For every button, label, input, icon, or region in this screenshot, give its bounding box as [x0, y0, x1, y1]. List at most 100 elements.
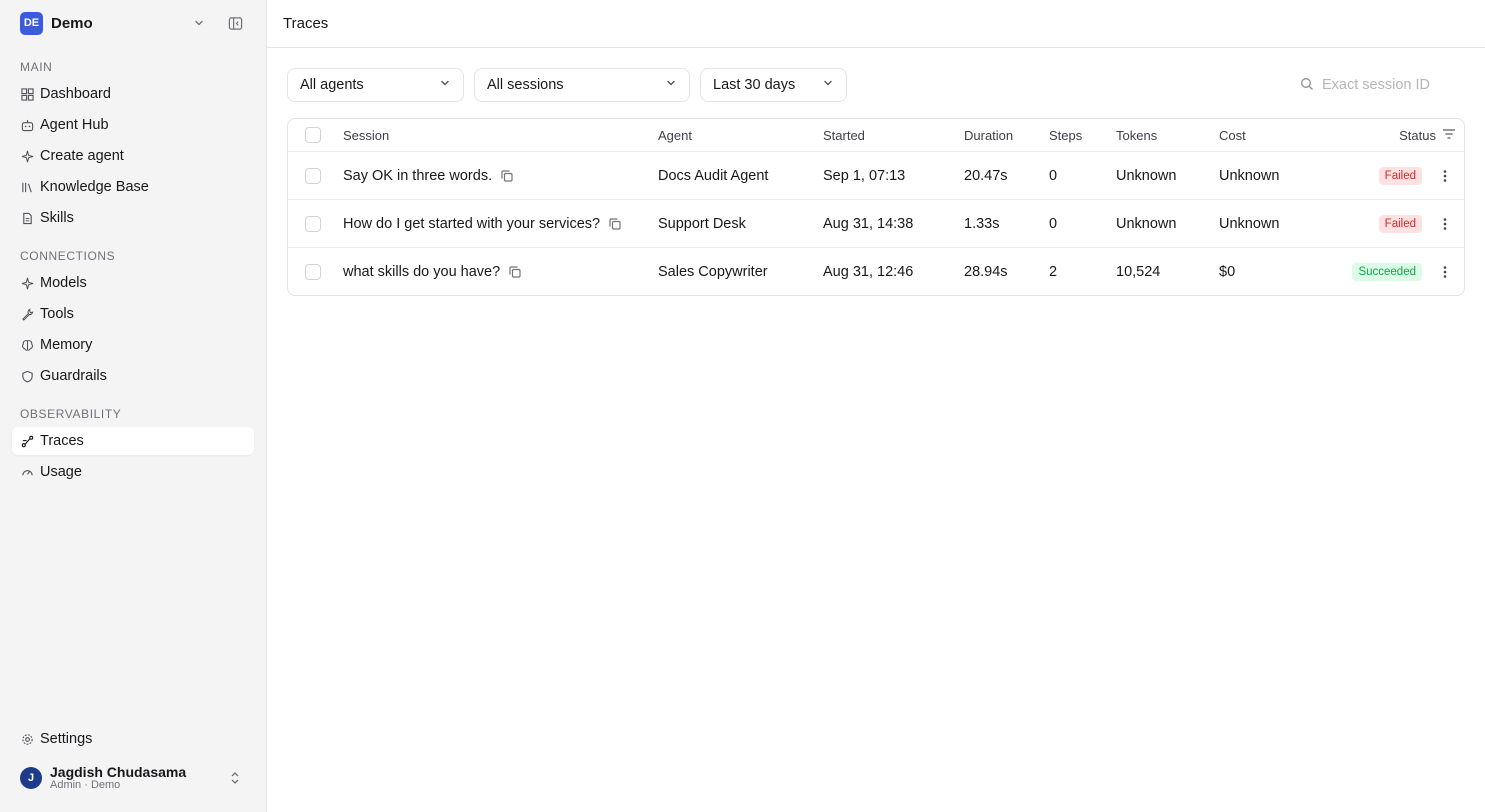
filter-bar: All agents All sessions Last 30 days — [287, 68, 1465, 102]
sidebar-item-label: Tools — [40, 306, 74, 322]
more-vertical-icon[interactable] — [1434, 165, 1456, 187]
sidebar-item-agent-hub[interactable]: Agent Hub — [12, 111, 254, 139]
steps-cell: 0 — [1049, 167, 1058, 184]
cost-cell: Unknown — [1219, 215, 1280, 232]
status-cell: Failed — [1313, 213, 1464, 235]
page-title: Traces — [283, 15, 329, 32]
status-header-label: Status — [1399, 127, 1436, 143]
main-panel: Traces All agents All sessions Last 30 d… — [267, 0, 1485, 812]
sidebar-item-usage[interactable]: Usage — [12, 458, 254, 486]
sidebar-item-memory[interactable]: Memory — [12, 331, 254, 359]
session-text: what skills do you have? — [343, 263, 501, 280]
sidebar-item-label: Guardrails — [40, 368, 107, 384]
sidebar-item-knowledge-base[interactable]: Knowledge Base — [12, 173, 254, 201]
sidebar-collapse-icon[interactable] — [224, 12, 246, 34]
sidebar-item-dashboard[interactable]: Dashboard — [12, 80, 254, 108]
col-header-steps: Steps — [1049, 127, 1083, 143]
gauge-icon — [20, 465, 34, 479]
row-checkbox[interactable] — [304, 215, 321, 232]
sidebar-item-label: Settings — [40, 731, 93, 747]
document-icon — [20, 211, 34, 225]
traces-table: Session Agent Started Duration Steps Tok… — [287, 118, 1465, 296]
sidebar-item-guardrails[interactable]: Guardrails — [12, 362, 254, 390]
sidebar-item-settings[interactable]: Settings — [12, 725, 254, 753]
status-badge: Succeeded — [1352, 262, 1422, 281]
copy-icon[interactable] — [608, 216, 624, 232]
col-header-started: Started — [823, 127, 865, 143]
user-info: Jagdish Chudasama Admin · Demo — [50, 765, 210, 791]
user-menu[interactable]: J Jagdish Chudasama Admin · Demo — [12, 756, 254, 800]
section-label-connections: CONNECTIONS — [20, 249, 116, 263]
steps-cell: 2 — [1049, 263, 1058, 280]
chevron-down-icon — [665, 77, 677, 93]
cost-cell: $0 — [1219, 263, 1236, 280]
sidebar: DE Demo MAIN Dashboard Agent Hub Create … — [0, 0, 267, 812]
col-header-tokens: Tokens — [1116, 127, 1158, 143]
more-vertical-icon[interactable] — [1434, 261, 1456, 283]
started-cell: Aug 31, 14:38 — [823, 215, 914, 232]
select-all-checkbox[interactable] — [304, 127, 321, 143]
search-icon — [1300, 77, 1314, 94]
table-header-row: Session Agent Started Duration Steps Tok… — [288, 119, 1464, 151]
agent-cell: Support Desk — [658, 215, 746, 232]
session-text: Say OK in three words. — [343, 167, 493, 184]
table-row[interactable]: Say OK in three words. Docs Audit Agent … — [288, 151, 1464, 199]
copy-icon[interactable] — [500, 168, 516, 184]
sidebar-item-tools[interactable]: Tools — [12, 300, 254, 328]
row-check-cell — [288, 215, 337, 232]
duration-cell: 20.47s — [964, 167, 1008, 184]
section-label-observability: OBSERVABILITY — [20, 407, 122, 421]
more-vertical-icon[interactable] — [1434, 213, 1456, 235]
status-badge: Failed — [1378, 214, 1422, 233]
col-header-session: Session — [343, 127, 390, 143]
agent-cell: Sales Copywriter — [658, 263, 768, 280]
session-filter-select[interactable]: All sessions — [474, 68, 690, 102]
table-row[interactable]: How do I get started with your services?… — [288, 199, 1464, 247]
agent-hub-icon — [20, 118, 34, 132]
row-checkbox[interactable] — [304, 167, 321, 184]
select-all-cell — [288, 127, 337, 143]
workspace-switcher[interactable]: DE Demo — [12, 0, 254, 46]
table-row[interactable]: what skills do you have? Sales Copywrite… — [288, 247, 1464, 295]
sidebar-item-traces[interactable]: Traces — [12, 427, 254, 455]
chevron-down-icon — [439, 77, 451, 93]
tokens-cell: Unknown — [1116, 215, 1177, 232]
filter-lines-icon[interactable] — [1442, 128, 1456, 143]
chevron-down-icon[interactable] — [188, 12, 210, 34]
date-range-select[interactable]: Last 30 days — [700, 68, 847, 102]
status-cell: Succeeded — [1313, 261, 1464, 283]
sparkle-icon — [20, 149, 34, 163]
library-icon — [20, 180, 34, 194]
sidebar-item-label: Create agent — [40, 148, 124, 164]
sidebar-item-create-agent[interactable]: Create agent — [12, 142, 254, 170]
chevron-down-icon — [822, 77, 834, 93]
sidebar-item-skills[interactable]: Skills — [12, 204, 254, 232]
chevron-up-down-icon[interactable] — [224, 767, 246, 789]
sidebar-item-models[interactable]: Models — [12, 269, 254, 297]
session-search — [1300, 68, 1465, 102]
avatar: J — [20, 767, 42, 789]
agent-filter-select[interactable]: All agents — [287, 68, 464, 102]
user-role: Admin · Demo — [50, 778, 121, 791]
col-header-status: Status — [1313, 128, 1464, 143]
sidebar-item-label: Knowledge Base — [40, 179, 149, 195]
wrench-icon — [20, 307, 34, 321]
status-cell: Failed — [1313, 165, 1464, 187]
brain-icon — [20, 338, 34, 352]
sidebar-item-label: Agent Hub — [40, 117, 109, 133]
tokens-cell: Unknown — [1116, 167, 1177, 184]
date-range-value: Last 30 days — [713, 77, 796, 93]
traces-icon — [20, 434, 34, 448]
sidebar-item-label: Traces — [40, 433, 84, 449]
row-checkbox[interactable] — [304, 263, 321, 280]
session-id-input[interactable] — [1322, 77, 1452, 93]
status-badge: Failed — [1378, 166, 1422, 185]
started-cell: Aug 31, 12:46 — [823, 263, 914, 280]
copy-icon[interactable] — [508, 264, 524, 280]
cost-cell: Unknown — [1219, 167, 1280, 184]
session-cell: How do I get started with your services? — [337, 216, 652, 232]
app-root: DE Demo MAIN Dashboard Agent Hub Create … — [0, 0, 1485, 812]
row-check-cell — [288, 263, 337, 280]
sidebar-item-label: Usage — [40, 464, 82, 480]
